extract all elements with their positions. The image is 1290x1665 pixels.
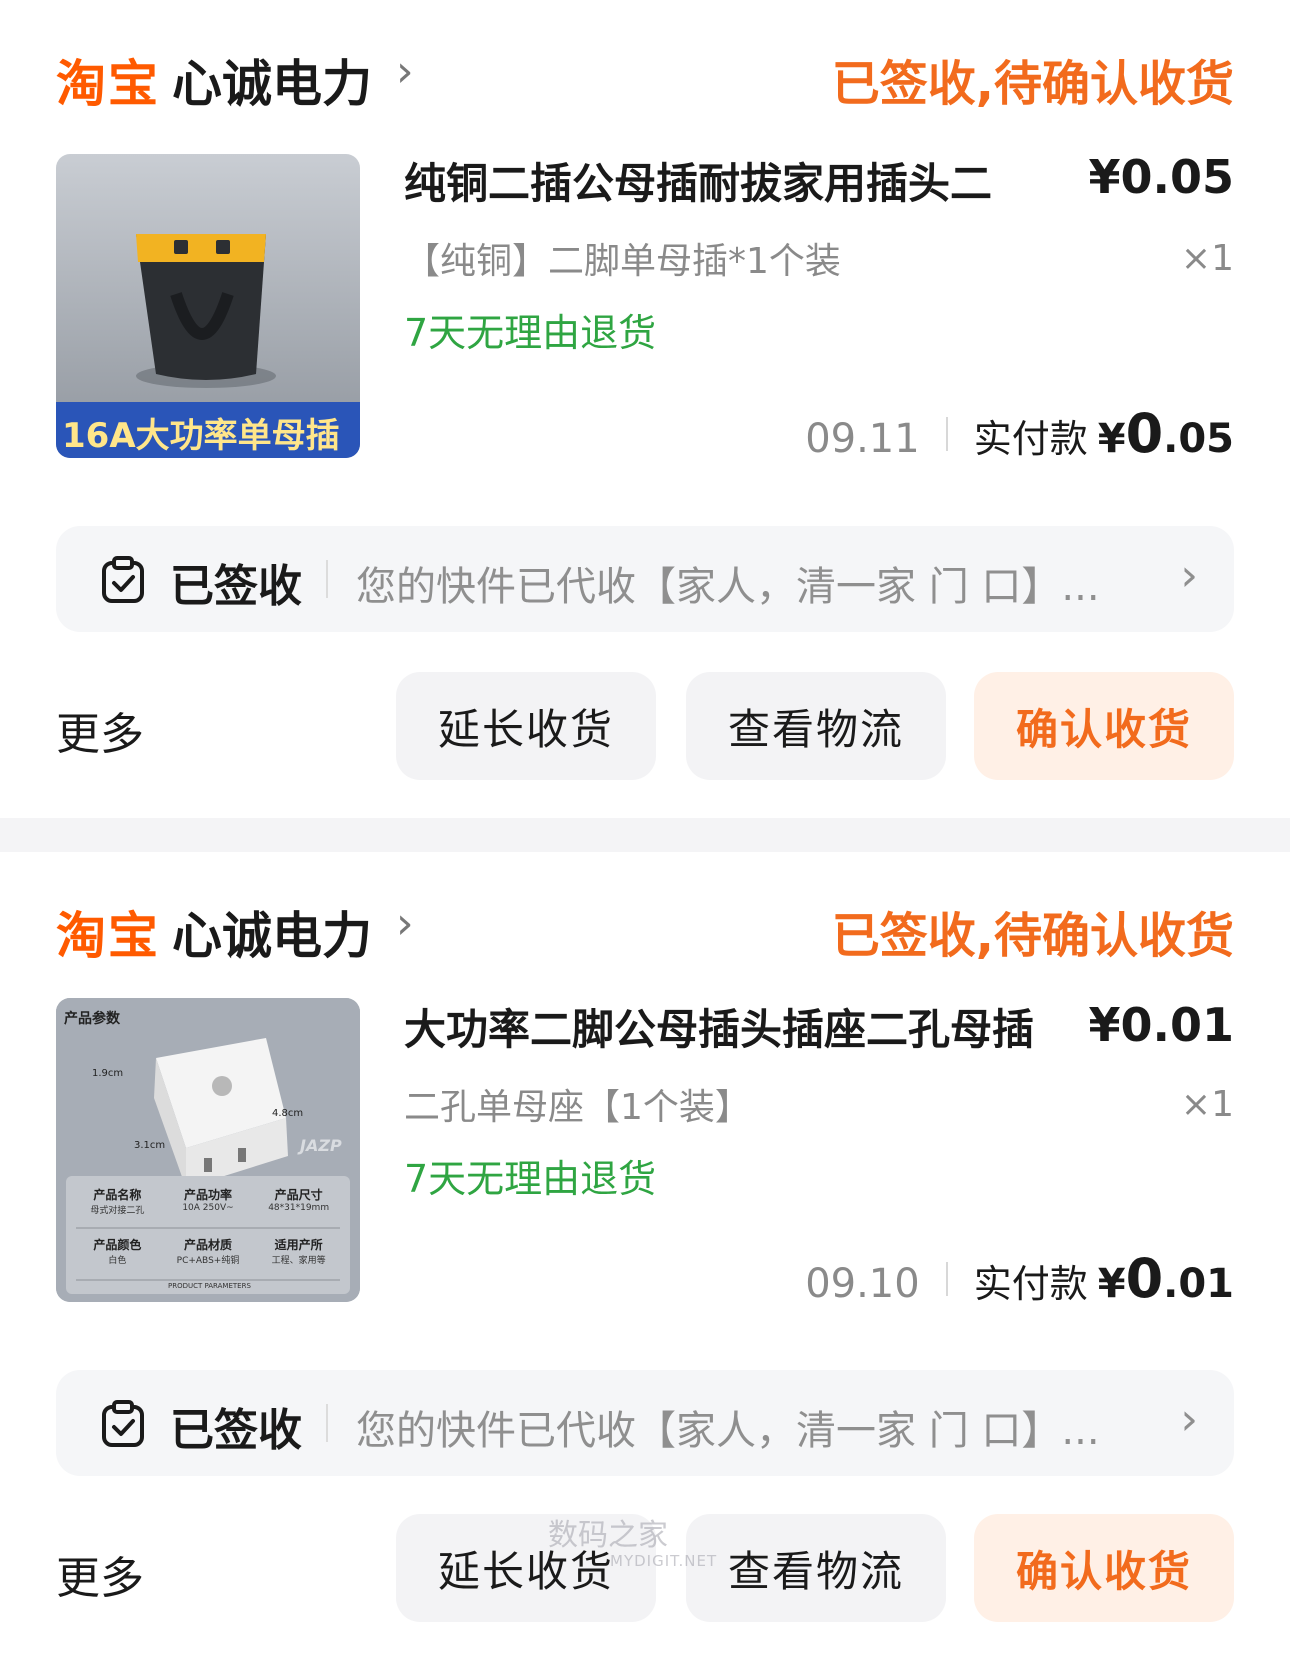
divider bbox=[326, 1404, 328, 1442]
logistics-status: 已签收 bbox=[170, 561, 302, 612]
refund-policy-badge: 7天无理由退货 bbox=[404, 311, 657, 355]
shop-header[interactable]: 淘宝 心诚电力 › 已签收,待确认收货 bbox=[56, 892, 1234, 965]
paid-amount-integer: 0 bbox=[1125, 1247, 1164, 1310]
spec-cell: 适用产所 工程、家用等 bbox=[253, 1236, 344, 1266]
confirm-receipt-button[interactable]: 确认收货 bbox=[974, 672, 1234, 780]
product-sku: 二孔单母座【1个装】 bbox=[404, 1087, 751, 1128]
product-title[interactable]: 大功率二脚公母插头插座二孔母插 bbox=[404, 996, 1034, 1057]
paid-label: 实付款 bbox=[973, 417, 1088, 461]
product-image-caption: 16A大功率单母插 bbox=[62, 416, 340, 456]
product-title[interactable]: 纯铜二插公母插耐拔家用插头二 bbox=[404, 150, 992, 211]
taobao-logo: 淘宝 bbox=[56, 907, 160, 965]
divider bbox=[326, 560, 328, 598]
extend-receipt-button[interactable]: 延长收货 bbox=[396, 672, 656, 780]
spec-cell: 产品材质 PC+ABS+纯铜 bbox=[163, 1236, 254, 1266]
spec-value: 10A 250V~ bbox=[182, 1203, 234, 1213]
taobao-logo: 淘宝 bbox=[56, 55, 160, 113]
chevron-right-icon[interactable]: › bbox=[396, 898, 414, 949]
chevron-right-icon[interactable]: › bbox=[396, 46, 414, 97]
refund-policy-badge: 7天无理由退货 bbox=[404, 1157, 657, 1201]
spec-value: 工程、家用等 bbox=[271, 1256, 326, 1266]
payment-summary: 09.11 实付款 ¥ 0 .05 bbox=[805, 402, 1234, 465]
order-status: 已签收,待确认收货 bbox=[831, 908, 1234, 964]
product-image[interactable]: 产品参数 1.9cm 4.8cm 3.1cm JAZP 产品名称 母式对接二孔 … bbox=[56, 998, 360, 1302]
view-logistics-button[interactable]: 查看物流 bbox=[686, 672, 946, 780]
chevron-right-icon[interactable]: › bbox=[1180, 550, 1198, 601]
divider bbox=[945, 416, 948, 451]
paid-amount-integer: 0 bbox=[1125, 402, 1164, 465]
logistics-status: 已签收 bbox=[170, 1405, 302, 1456]
brand-mark: JAZP bbox=[300, 1136, 342, 1155]
product-sku: 【纯铜】二脚单母插*1个装 bbox=[404, 241, 841, 282]
logistics-bar[interactable]: 已签收 您的快件已代收【家人，清一家 门 口】... › bbox=[56, 526, 1234, 632]
spec-key: 适用产所 bbox=[274, 1238, 323, 1252]
clipboard-check-icon bbox=[102, 556, 144, 603]
spec-cell: 产品功率 10A 250V~ bbox=[163, 1186, 254, 1216]
confirm-receipt-button[interactable]: 确认收货 bbox=[974, 1514, 1234, 1622]
product-quantity: ×1 bbox=[1180, 1084, 1234, 1125]
spec-table: 产品名称 母式对接二孔 产品功率 10A 250V~ 产品尺寸 48*31*19… bbox=[72, 1186, 344, 1266]
order-card: 淘宝 心诚电力 › 已签收,待确认收货 16A大功率单母插 纯铜二插公母插耐拔家… bbox=[0, 0, 1290, 818]
chevron-right-icon[interactable]: › bbox=[1180, 1394, 1198, 1445]
product-image[interactable]: 16A大功率单母插 bbox=[56, 154, 360, 458]
spec-key: 产品颜色 bbox=[93, 1238, 142, 1252]
logistics-message: 您的快件已代收【家人，清一家 门 口】... bbox=[356, 564, 1100, 610]
more-button[interactable]: 更多 bbox=[56, 1542, 144, 1606]
clipboard-check-icon bbox=[102, 1400, 144, 1447]
more-button[interactable]: 更多 bbox=[56, 698, 144, 762]
watermark-url: MYDIGIT.NET bbox=[610, 1552, 718, 1570]
payment-summary: 09.10 实付款 ¥ 0 .01 bbox=[805, 1247, 1234, 1310]
logistics-bar[interactable]: 已签收 您的快件已代收【家人，清一家 门 口】... › bbox=[56, 1370, 1234, 1476]
spec-cell: 产品尺寸 48*31*19mm bbox=[253, 1186, 344, 1216]
view-logistics-button[interactable]: 查看物流 bbox=[686, 1514, 946, 1622]
shop-header[interactable]: 淘宝 心诚电力 › 已签收,待确认收货 bbox=[56, 40, 1234, 113]
paid-amount-decimal: .01 bbox=[1163, 1261, 1234, 1307]
spec-value: 48*31*19mm bbox=[268, 1203, 330, 1213]
spec-cell: 产品名称 母式对接二孔 bbox=[72, 1186, 163, 1216]
spec-value: PC+ABS+纯铜 bbox=[176, 1256, 240, 1266]
paid-label: 实付款 bbox=[973, 1262, 1088, 1306]
order-date: 09.10 bbox=[805, 1261, 920, 1307]
spec-key: 产品功率 bbox=[183, 1188, 232, 1202]
spec-key: 产品材质 bbox=[183, 1238, 232, 1252]
spec-cell: 产品颜色 白色 bbox=[72, 1236, 163, 1266]
order-date: 09.11 bbox=[805, 416, 920, 462]
paid-amount-decimal: .05 bbox=[1163, 416, 1234, 462]
spec-key: 产品名称 bbox=[93, 1188, 142, 1202]
dimension-label: 4.8cm bbox=[272, 1108, 304, 1119]
dimension-label: 3.1cm bbox=[134, 1140, 166, 1151]
spec-header: 产品参数 bbox=[64, 1011, 120, 1027]
spec-footer: PRODUCT PARAMETERS bbox=[168, 1282, 251, 1290]
shop-name[interactable]: 心诚电力 bbox=[172, 896, 372, 968]
divider bbox=[945, 1261, 948, 1296]
spec-key: 产品尺寸 bbox=[274, 1188, 323, 1202]
dimension-label: 1.9cm bbox=[92, 1068, 124, 1079]
paid-currency: ¥ bbox=[1097, 1261, 1126, 1307]
paid-currency: ¥ bbox=[1097, 416, 1126, 462]
logistics-message: 您的快件已代收【家人，清一家 门 口】... bbox=[356, 1408, 1100, 1454]
product-price: ¥0.01 bbox=[1088, 998, 1234, 1052]
product-price: ¥0.05 bbox=[1088, 150, 1234, 204]
spec-value: 白色 bbox=[108, 1256, 127, 1266]
order-status: 已签收,待确认收货 bbox=[831, 56, 1234, 112]
spec-value: 母式对接二孔 bbox=[90, 1206, 145, 1216]
watermark: 数码之家 bbox=[548, 1518, 668, 1553]
product-quantity: ×1 bbox=[1180, 238, 1234, 279]
shop-name[interactable]: 心诚电力 bbox=[172, 44, 372, 116]
